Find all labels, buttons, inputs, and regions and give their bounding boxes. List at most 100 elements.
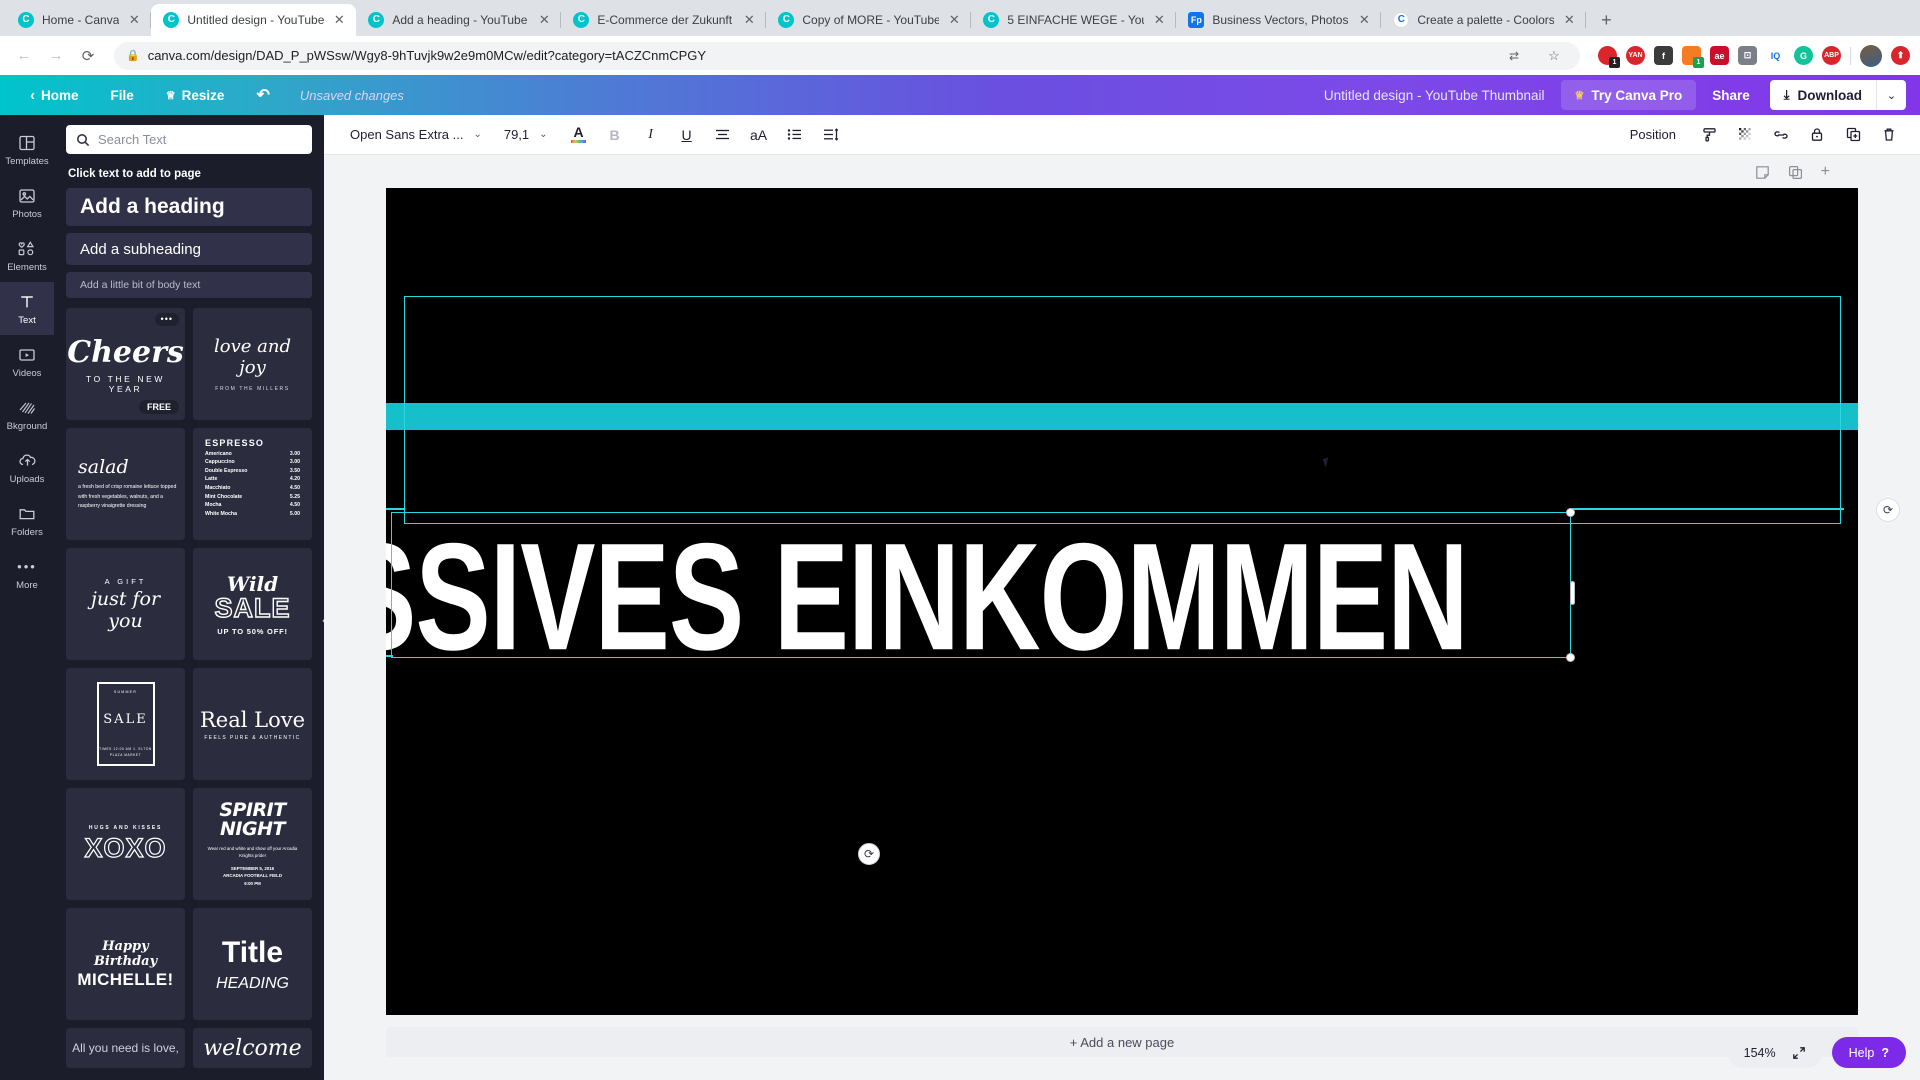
copy-page-icon[interactable] — [1788, 165, 1803, 180]
sidebar-item-background[interactable]: Bkground — [0, 388, 54, 441]
home-button[interactable]: ‹ Home — [14, 80, 95, 110]
try-canva-pro-button[interactable]: ♕ Try Canva Pro — [1560, 80, 1697, 110]
sidebar-item-more[interactable]: ••• More — [0, 547, 54, 600]
expand-icon[interactable] — [1792, 1046, 1806, 1060]
close-icon[interactable]: ✕ — [537, 13, 551, 27]
download-button[interactable]: ⤓ Download — [1770, 80, 1876, 110]
bullet-list-icon[interactable] — [780, 121, 810, 149]
browser-tab[interactable]: C Home - Canva ✕ — [6, 4, 152, 36]
selection-frame-text[interactable] — [391, 508, 1575, 662]
adblock-plus-icon[interactable]: 1 — [1598, 46, 1620, 68]
paint-roller-icon[interactable] — [1694, 121, 1724, 149]
template-card[interactable]: Happy Birthday MICHELLE! — [66, 908, 185, 1020]
sidebar-item-uploads[interactable]: Uploads — [0, 441, 54, 494]
sidebar-item-elements[interactable]: Elements — [0, 229, 54, 282]
template-card[interactable]: SUMMER SALE TIMES 12:00 AM 1. ELTON PLAZ… — [66, 668, 185, 780]
browser-tab[interactable]: Fp Business Vectors, Photos and ✕ — [1176, 4, 1382, 36]
sidebar-item-photos[interactable]: Photos — [0, 176, 54, 229]
add-heading-preset[interactable]: Add a heading — [66, 188, 312, 226]
template-card[interactable]: All you need is love, — [66, 1028, 185, 1068]
similarweb-icon[interactable]: 1 — [1682, 46, 1704, 68]
resize-button[interactable]: ♕ Resize — [150, 80, 241, 110]
sidebar-item-videos[interactable]: Videos — [0, 335, 54, 388]
template-card[interactable]: Wild SALE UP TO 50% OFF! — [193, 548, 312, 660]
address-bar[interactable]: 🔒 canva.com/design/DAD_P_pWSsw/Wgy8-9hTu… — [114, 41, 1580, 70]
font-family-select[interactable]: Open Sans Extra ... ⌄ — [340, 121, 492, 149]
browser-tab[interactable]: C E-Commerce der Zukunft - You ✕ — [561, 4, 767, 36]
help-button[interactable]: Help ? — [1831, 1037, 1906, 1068]
position-button[interactable]: Position — [1618, 127, 1688, 142]
file-menu-button[interactable]: File — [95, 80, 150, 110]
rotate-handle-side-icon[interactable]: ⟳ — [1876, 498, 1900, 522]
template-card[interactable]: SPIRIT NIGHT Wear red and white and show… — [193, 788, 312, 900]
chevron-down-icon[interactable]: ⌄ — [1876, 80, 1906, 110]
close-icon[interactable]: ✕ — [127, 13, 141, 27]
font-size-select[interactable]: 79,1 ⌄ — [494, 121, 558, 149]
resize-handle-top-right[interactable] — [1566, 508, 1575, 517]
bold-button[interactable]: B — [600, 121, 630, 149]
grammarly-icon[interactable]: G — [1794, 46, 1813, 65]
more-dots-icon[interactable]: ••• — [154, 313, 179, 326]
add-subheading-preset[interactable]: Add a subheading — [66, 233, 312, 265]
adobe-express-icon[interactable]: ae — [1710, 46, 1729, 65]
lock-icon[interactable] — [1802, 121, 1832, 149]
close-icon[interactable]: ✕ — [1357, 13, 1371, 27]
link-icon[interactable] — [1766, 121, 1796, 149]
text-color-icon[interactable]: A — [564, 121, 594, 149]
plus-icon[interactable]: + — [1821, 164, 1830, 180]
reload-icon[interactable]: ⟳ — [74, 42, 102, 70]
close-icon[interactable]: ✕ — [332, 13, 346, 27]
template-card[interactable]: salad a fresh bed of crisp romaine lettu… — [66, 428, 185, 540]
underline-button[interactable]: U — [672, 121, 702, 149]
sidebar-item-text[interactable]: Text — [0, 282, 54, 335]
new-tab-button[interactable]: + — [1592, 6, 1620, 34]
undo-icon[interactable]: ↶ — [240, 80, 285, 110]
line-spacing-icon[interactable] — [816, 121, 846, 149]
template-card[interactable]: welcome — [193, 1028, 312, 1068]
pocket-icon[interactable]: ⊡ — [1738, 46, 1757, 65]
close-icon[interactable]: ✕ — [947, 13, 961, 27]
add-new-page-button[interactable]: + Add a new page — [386, 1027, 1858, 1057]
browser-tab[interactable]: C Add a heading - YouTube Thum ✕ — [356, 4, 562, 36]
text-case-button[interactable]: aA — [744, 121, 774, 149]
translate-icon[interactable]: ⇄ — [1500, 42, 1528, 70]
template-card[interactable]: ••• Cheers TO THE NEW YEAR FREE — [66, 308, 185, 420]
iq-icon[interactable]: IQ — [1766, 46, 1785, 65]
resize-handle-bottom-right[interactable] — [1566, 653, 1575, 662]
template-card[interactable]: Title HEADING — [193, 908, 312, 1020]
back-arrow-icon[interactable]: ← — [10, 42, 38, 70]
share-button[interactable]: Share — [1696, 80, 1766, 110]
search-input[interactable]: Search Text — [66, 125, 312, 154]
browser-tab[interactable]: C Copy of MORE - YouTube Thum ✕ — [766, 4, 972, 36]
italic-button[interactable]: I — [636, 121, 666, 149]
yandex-icon[interactable]: YAN — [1626, 46, 1645, 65]
design-canvas[interactable]: SSIVES EINKOMMEN ⟳ — [386, 188, 1858, 1015]
transparency-icon[interactable] — [1730, 121, 1760, 149]
align-icon[interactable] — [708, 121, 738, 149]
browser-tab-active[interactable]: C Untitled design - YouTube Thu ✕ — [151, 4, 357, 36]
template-card[interactable]: love and joy FROM THE MILLERS — [193, 308, 312, 420]
abp-icon[interactable]: ABP — [1822, 46, 1841, 65]
chrome-menu-icon[interactable]: ⬆ — [1891, 46, 1910, 65]
forward-arrow-icon[interactable]: → — [42, 42, 70, 70]
duplicate-icon[interactable] — [1838, 121, 1868, 149]
accent-bar[interactable] — [386, 403, 1858, 430]
template-card[interactable]: Real Love FEELS PURE & AUTHENTIC — [193, 668, 312, 780]
template-card[interactable]: ESPRESSO Americano 3.00 Cappuccino 3.00 … — [193, 428, 312, 540]
add-body-text-preset[interactable]: Add a little bit of body text — [66, 272, 312, 298]
sidebar-item-folders[interactable]: Folders — [0, 494, 54, 547]
trash-icon[interactable] — [1874, 121, 1904, 149]
template-card[interactable]: A GIFT just for you — [66, 548, 185, 660]
close-icon[interactable]: ✕ — [1152, 13, 1166, 27]
browser-tab[interactable]: C 5 EINFACHE WEGE - YouTube ✕ — [971, 4, 1177, 36]
star-icon[interactable]: ☆ — [1540, 42, 1568, 70]
document-title[interactable]: Untitled design - YouTube Thumbnail — [1324, 88, 1561, 103]
browser-tab[interactable]: C Create a palette - Coolors ✕ — [1381, 4, 1587, 36]
sidebar-item-templates[interactable]: Templates — [0, 123, 54, 176]
close-icon[interactable]: ✕ — [742, 13, 756, 27]
zoom-control[interactable]: 154% — [1727, 1037, 1822, 1068]
panel-collapse-button[interactable]: ‹ — [316, 597, 324, 644]
template-card[interactable]: HUGS AND KISSES XOXO — [66, 788, 185, 900]
facebook-icon[interactable]: f — [1654, 46, 1673, 65]
user-avatar[interactable] — [1860, 44, 1882, 67]
